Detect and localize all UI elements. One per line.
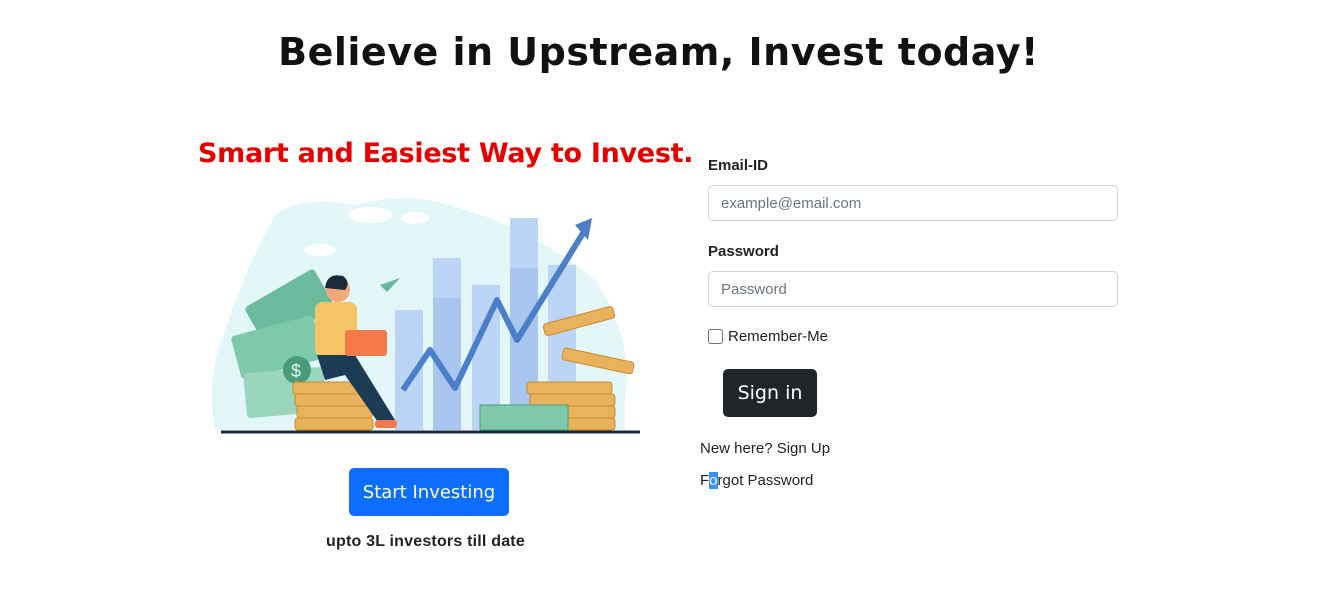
sign-up-link[interactable]: New here? Sign Up bbox=[700, 440, 830, 457]
hero-tagline: Smart and Easiest Way to Invest. bbox=[198, 138, 694, 169]
text-selection: o bbox=[709, 472, 718, 489]
investment-illustration: $ bbox=[211, 198, 640, 434]
svg-text:$: $ bbox=[291, 361, 301, 381]
password-label: Password bbox=[708, 243, 779, 260]
forgot-text-end: rgot Password bbox=[717, 472, 814, 489]
cloud-small bbox=[304, 244, 336, 256]
cloud-left bbox=[348, 207, 392, 223]
start-investing-button[interactable]: Start Investing bbox=[349, 468, 509, 516]
sign-in-button[interactable]: Sign in bbox=[723, 369, 817, 417]
cash-bundle bbox=[479, 404, 569, 431]
cloud-right bbox=[401, 212, 429, 224]
email-label: Email-ID bbox=[708, 157, 769, 174]
email-field[interactable] bbox=[708, 185, 1118, 221]
investors-count-text: upto 3L investors till date bbox=[326, 533, 525, 550]
forgot-text-start: F bbox=[700, 472, 710, 489]
password-field[interactable] bbox=[708, 271, 1118, 307]
remember-me-checkbox[interactable] bbox=[708, 329, 723, 344]
remember-me-option[interactable]: Remember-Me bbox=[708, 328, 828, 345]
remember-me-label: Remember-Me bbox=[728, 328, 829, 345]
forgot-password-link[interactable]: Forgot Password bbox=[700, 472, 813, 489]
page-title: Believe in Upstream, Invest today! bbox=[278, 30, 1039, 74]
